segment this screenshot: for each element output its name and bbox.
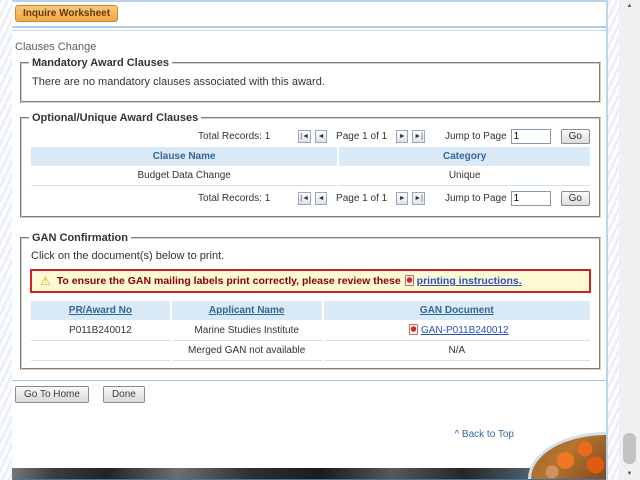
gan-confirmation-legend: GAN Confirmation [29, 232, 131, 244]
action-button-row: Go To Home Done [15, 386, 606, 403]
first-page-icon[interactable]: |◄ [298, 192, 311, 205]
prev-page-icon[interactable]: ◄ [315, 192, 327, 205]
pagination-top: Total Records: 1 |◄ ◄ Page 1 of 1 ► ►| J… [29, 129, 590, 144]
jump-to-page-label: Jump to Page [445, 131, 507, 142]
warning-text: To ensure the GAN mailing labels print c… [57, 275, 401, 287]
go-button[interactable]: Go [561, 191, 590, 206]
jump-to-page-label: Jump to Page [445, 193, 507, 204]
pr-award-no-header-link[interactable]: PR/Award No [69, 305, 132, 316]
applicant-cell: Merged GAN not available [172, 341, 322, 361]
category-cell: Unique [339, 166, 590, 186]
clauses-table-header-row: Clause Name Category [31, 147, 590, 166]
pr-award-cell [31, 341, 170, 361]
page-title: Clauses Change [15, 41, 606, 53]
go-button[interactable]: Go [561, 129, 590, 144]
table-row: P011B240012 Marine Studies Institute GAN… [31, 320, 590, 341]
clause-name-cell: Budget Data Change [31, 166, 337, 186]
printing-instructions-link[interactable]: printing instructions [417, 275, 519, 287]
scroll-up-icon[interactable]: ▲ [619, 3, 640, 9]
clauses-table: Clause Name Category Budget Data Change … [29, 147, 592, 186]
classroom-photo-decoration [528, 432, 606, 479]
applicant-cell: Marine Studies Institute [172, 320, 322, 341]
warning-icon: ⚠ [40, 275, 51, 287]
mandatory-clauses-fieldset: Mandatory Award Clauses There are no man… [20, 57, 601, 103]
next-page-icon[interactable]: ► [396, 192, 408, 205]
jump-to-page-input[interactable] [511, 129, 551, 144]
inquire-worksheet-button[interactable]: Inquire Worksheet [15, 5, 118, 22]
last-page-icon[interactable]: ►| [412, 192, 425, 205]
last-page-icon[interactable]: ►| [412, 130, 425, 143]
first-page-icon[interactable]: |◄ [298, 130, 311, 143]
pdf-icon [405, 275, 414, 286]
page-status-label: Page 1 of 1 [336, 131, 387, 142]
table-row: Merged GAN not available N/A [31, 341, 590, 361]
mandatory-empty-message: There are no mandatory clauses associate… [32, 76, 592, 88]
jump-to-page-input[interactable] [511, 191, 551, 206]
scroll-down-icon[interactable]: ▼ [619, 471, 640, 477]
gan-table: PR/Award No Applicant Name GAN Document … [29, 301, 592, 361]
pr-award-cell: P011B240012 [31, 320, 170, 341]
done-button[interactable]: Done [103, 386, 145, 403]
top-divider-line [12, 0, 606, 2]
pagination-bottom: Total Records: 1 |◄ ◄ Page 1 of 1 ► ►| J… [29, 191, 590, 206]
table-row: Budget Data Change Unique [31, 166, 590, 186]
gan-table-header-row: PR/Award No Applicant Name GAN Document [31, 301, 590, 320]
gan-document-cell: N/A [324, 341, 590, 361]
category-header: Category [339, 147, 590, 166]
applicant-name-header-link[interactable]: Applicant Name [209, 305, 285, 316]
prev-page-icon[interactable]: ◄ [315, 130, 327, 143]
optional-clauses-legend: Optional/Unique Award Clauses [29, 112, 201, 124]
divider-line [12, 26, 606, 28]
go-to-home-button[interactable]: Go To Home [15, 386, 89, 403]
gan-document-header-link[interactable]: GAN Document [420, 305, 494, 316]
back-to-top-row: ^ Back to Top [12, 429, 514, 440]
gan-document-link[interactable]: GAN-P011B240012 [421, 325, 509, 336]
mandatory-clauses-legend: Mandatory Award Clauses [29, 57, 172, 69]
clause-name-header: Clause Name [31, 147, 337, 166]
back-to-top-link[interactable]: ^ Back to Top [454, 429, 514, 440]
page-status-label: Page 1 of 1 [336, 193, 387, 204]
back-to-top-label: Back to Top [462, 429, 514, 440]
photo-strip-banner [12, 468, 606, 479]
warning-text-suffix: . [519, 275, 522, 287]
pdf-icon [409, 324, 418, 335]
printing-warning-banner: ⚠ To ensure the GAN mailing labels print… [30, 269, 591, 293]
content-area: Inquire Worksheet Clauses Change Mandato… [12, 0, 608, 480]
caret-up-icon: ^ [454, 429, 459, 440]
gan-instruction-text: Click on the document(s) below to print. [31, 250, 592, 262]
divider-line [12, 30, 606, 31]
vertical-scrollbar[interactable]: ▲ ▼ [619, 0, 640, 480]
next-page-icon[interactable]: ► [396, 130, 408, 143]
gan-confirmation-fieldset: GAN Confirmation Click on the document(s… [20, 232, 601, 370]
page: Inquire Worksheet Clauses Change Mandato… [0, 0, 640, 480]
scrollbar-thumb[interactable] [623, 433, 636, 464]
divider-line [12, 380, 606, 381]
gan-document-cell: GAN-P011B240012 [324, 320, 590, 341]
optional-clauses-fieldset: Optional/Unique Award Clauses Total Reco… [20, 112, 601, 218]
banner-section [12, 468, 606, 480]
total-records-label: Total Records: 1 [198, 193, 270, 204]
total-records-label: Total Records: 1 [198, 131, 270, 142]
